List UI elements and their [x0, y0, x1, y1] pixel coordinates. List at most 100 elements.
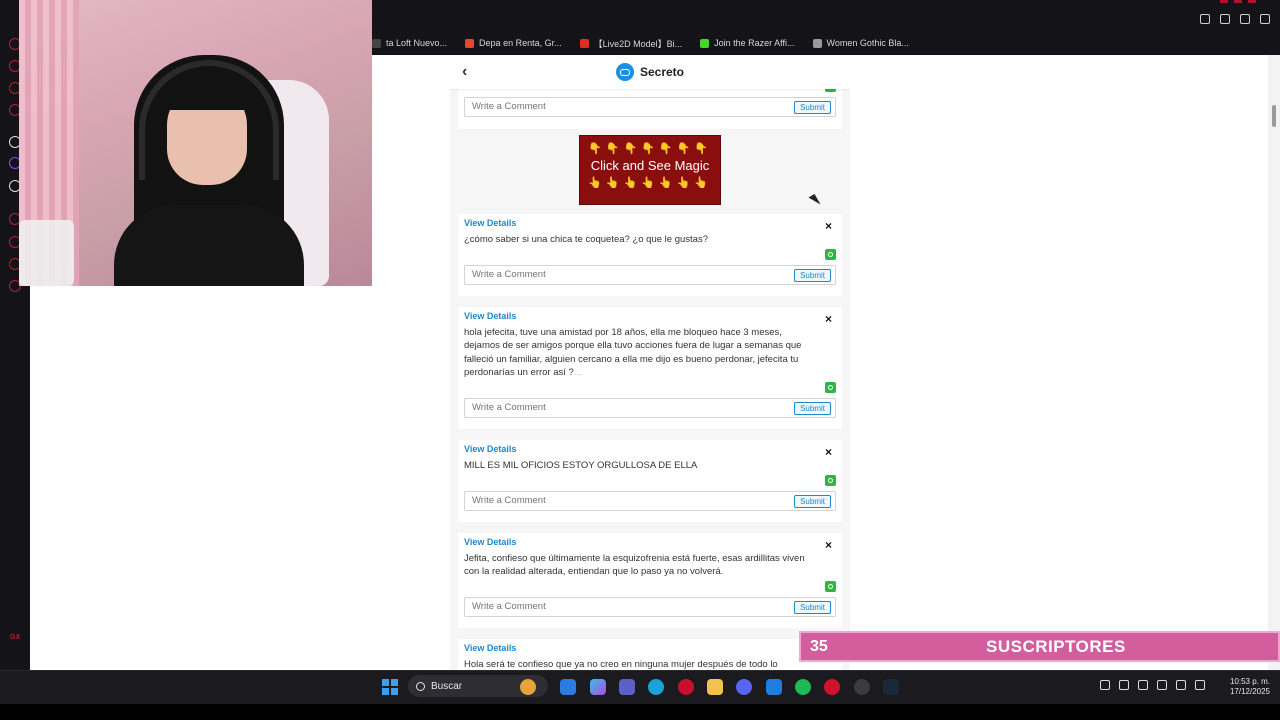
bookmark-item[interactable]: Join the Razer Affi...	[700, 35, 795, 51]
comment-input[interactable]	[472, 269, 772, 280]
hands-down-row: 👇👇👇👇👇👇👇	[588, 143, 712, 155]
click-and-see-magic-ad[interactable]: 👇👇👇👇👇👇👇 Click and See Magic 👆👆👆👆👆👆👆	[579, 135, 721, 205]
tray-chevron-icon[interactable]	[1100, 680, 1110, 690]
post-card: Submit	[458, 81, 842, 129]
post-card: View Details × MILL ES MIL OFICIOS ESTOY…	[458, 440, 842, 522]
window-controls[interactable]	[1220, 0, 1260, 4]
bookmark-icon	[372, 38, 381, 48]
taskbar-copilot-icon[interactable]	[590, 679, 606, 695]
comment-input[interactable]	[472, 495, 772, 506]
post-card: View Details × Jefita, confieso que últi…	[458, 533, 842, 628]
webcam-cup	[19, 220, 74, 286]
post-card: View Details Hola será te confieso que y…	[458, 639, 842, 670]
clock-time: 10:53 p. m.	[1229, 677, 1270, 686]
submit-button[interactable]: Submit	[794, 402, 831, 415]
page-title: Secreto	[639, 65, 685, 79]
taskbar-opera-gx-icon[interactable]	[678, 679, 694, 695]
view-details-link[interactable]: View Details	[464, 218, 516, 228]
youtube-icon	[579, 38, 589, 48]
scrollbar-thumb[interactable]	[1272, 105, 1276, 127]
close-icon[interactable]: ×	[825, 220, 832, 232]
post-card: View Details × hola jefecita, tuve una a…	[458, 307, 842, 429]
whatsapp-share-icon[interactable]	[825, 382, 836, 393]
submit-button[interactable]: Submit	[794, 495, 831, 508]
whatsapp-share-icon[interactable]	[825, 581, 836, 592]
post-card: View Details × ¿cómo saber si una chica …	[458, 214, 842, 296]
razer-icon	[700, 38, 710, 48]
taskbar-opera-icon[interactable]	[824, 679, 840, 695]
screen-bottom-edge	[0, 704, 1280, 720]
comment-row: Submit	[464, 265, 836, 285]
taskbar-discord-icon[interactable]	[736, 679, 752, 695]
windows-start-icon[interactable]	[382, 679, 398, 695]
close-icon[interactable]: ×	[825, 313, 832, 325]
clock-date: 17/12/2025	[1229, 687, 1270, 696]
bookmark-item[interactable]: 【Live2D Model】Bi...	[579, 35, 682, 51]
taskbar-widget-icon[interactable]	[520, 679, 536, 695]
view-details-link[interactable]: View Details	[464, 444, 516, 454]
comment-input[interactable]	[472, 101, 772, 112]
comment-input[interactable]	[472, 601, 772, 612]
taskbar-edge-icon[interactable]	[648, 679, 664, 695]
store-icon	[812, 38, 822, 48]
sidebar-gx-label: GX	[10, 634, 21, 641]
back-button[interactable]: ‹	[462, 63, 476, 81]
submit-button[interactable]: Submit	[794, 101, 831, 114]
download-icon[interactable]	[1240, 14, 1250, 24]
close-icon[interactable]: ×	[825, 446, 832, 458]
view-details-link[interactable]: View Details	[464, 311, 516, 321]
app-header: ‹ Secreto	[450, 55, 850, 89]
windows-taskbar	[0, 670, 1280, 704]
browser-toolbar-icons	[1200, 14, 1270, 24]
extensions-icon[interactable]	[1200, 14, 1210, 24]
taskbar-store-icon[interactable]	[560, 679, 576, 695]
close-icon[interactable]: ×	[825, 539, 832, 551]
taskbar-explorer-icon[interactable]	[707, 679, 723, 695]
view-details-link[interactable]: View Details	[464, 643, 516, 653]
post-text: hola jefecita, tuve una amistad por 18 a…	[464, 327, 802, 378]
submit-button[interactable]: Submit	[794, 601, 831, 614]
ad-text: Click and See Magic	[590, 158, 710, 173]
subscriber-count: 35	[810, 637, 828, 655]
post-text: Hola será te confieso que ya no creo en …	[464, 659, 778, 670]
hands-up-row: 👆👆👆👆👆👆👆	[588, 177, 712, 189]
tray-cloud-icon[interactable]	[1138, 680, 1148, 690]
post-text: ¿cómo saber si una chica te coquetea? ¿o…	[464, 234, 708, 245]
post-text: Jefita, confieso que últimamente la esqu…	[464, 553, 805, 578]
webcam-person-shirt	[114, 205, 304, 286]
tray-network-icon[interactable]	[1176, 680, 1186, 690]
system-tray	[1100, 680, 1205, 690]
comment-row: Submit	[464, 398, 836, 418]
feed-column: Submit 👇👇👇👇👇👇👇 Click and See Magic 👆👆👆👆👆…	[450, 55, 850, 670]
view-details-link[interactable]: View Details	[464, 537, 516, 547]
comment-input[interactable]	[472, 402, 772, 413]
scrollbar[interactable]	[1268, 55, 1280, 670]
taskbar-app-icon[interactable]	[766, 679, 782, 695]
comment-row: Submit	[464, 491, 836, 511]
bookmark-item[interactable]: Depa en Renta, Gr...	[465, 35, 562, 51]
bookmark-item[interactable]: Women Gothic Bla...	[812, 35, 909, 51]
tray-volume-icon[interactable]	[1195, 680, 1205, 690]
tray-mic-icon[interactable]	[1157, 680, 1167, 690]
search-icon	[416, 681, 425, 691]
taskbar-obs-icon[interactable]	[854, 679, 870, 695]
taskbar-clock[interactable]: 10:53 p. m. 17/12/2025	[1218, 677, 1270, 697]
taskbar-steam-icon[interactable]	[883, 679, 899, 695]
submit-button[interactable]: Submit	[794, 269, 831, 282]
taskbar-search-label: Buscar	[431, 680, 463, 692]
whatsapp-share-icon[interactable]	[825, 249, 836, 260]
menu-icon[interactable]	[1260, 14, 1270, 24]
post-text: MILL ES MIL OFICIOS ESTOY ORGULLOSA DE E…	[464, 460, 698, 471]
taskbar-teams-icon[interactable]	[619, 679, 635, 695]
taskbar-spotify-icon[interactable]	[795, 679, 811, 695]
bookmark-item[interactable]: ta Loft Nuevo...	[372, 35, 447, 51]
comment-row: Submit	[464, 97, 836, 117]
bookmarks-bar: ta Loft Nuevo... Depa en Renta, Gr... 【L…	[372, 35, 909, 51]
whatsapp-share-icon[interactable]	[825, 475, 836, 486]
pin-icon	[465, 38, 475, 48]
chat-logo-icon	[615, 63, 634, 81]
post-ellipsis: ...	[573, 366, 582, 378]
profile-icon[interactable]	[1220, 14, 1230, 24]
tray-refresh-icon[interactable]	[1119, 680, 1129, 690]
subscriber-label: SUSCRIPTORES	[986, 636, 1126, 656]
